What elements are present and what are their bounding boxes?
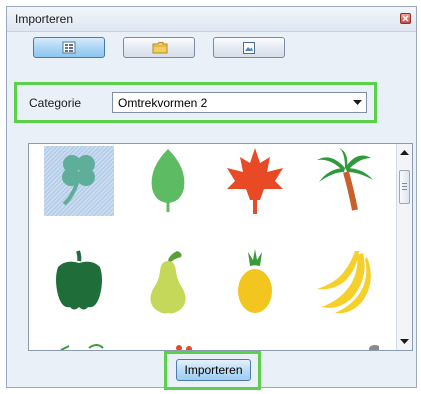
category-label: Categorie (29, 96, 82, 110)
gallery-item-bell-pepper[interactable] (44, 247, 114, 317)
folder-icon (152, 42, 168, 54)
category-select[interactable]: Omtrekvormen 2 (112, 92, 367, 113)
scroll-up-icon[interactable] (400, 150, 409, 155)
pear-icon (150, 251, 186, 314)
gallery-item-palm-tree[interactable] (309, 146, 379, 216)
folder-button[interactable] (123, 37, 195, 58)
gallery-next-row (60, 344, 379, 350)
gallery-item-clover[interactable] (44, 146, 114, 216)
pineapple-icon (238, 249, 272, 313)
gallery-item-leaf[interactable] (133, 146, 203, 216)
palm-tree-icon (317, 148, 373, 211)
leaf-icon (151, 149, 185, 212)
gallery-grid (29, 144, 396, 350)
list-view-button[interactable] (33, 37, 105, 58)
grip-line (402, 189, 407, 190)
title-bar: Importeren (7, 7, 416, 32)
window-title: Importeren (15, 12, 74, 26)
chevron-down-icon (353, 100, 362, 105)
scroll-thumb[interactable] (399, 170, 410, 204)
import-button[interactable]: Importeren (176, 359, 251, 381)
gallery-item-pineapple[interactable] (220, 247, 290, 317)
grip-line (402, 183, 407, 184)
list-view-icon (62, 41, 76, 54)
clover-icon (62, 155, 95, 206)
close-icon (402, 15, 409, 22)
maple-leaf-icon (227, 148, 283, 214)
gallery-item-bananas[interactable] (309, 247, 379, 317)
close-button[interactable] (400, 13, 411, 24)
grip-line (402, 186, 407, 187)
category-value: Omtrekvormen 2 (118, 96, 208, 110)
image-file-button[interactable] (213, 37, 285, 58)
gallery-item-maple-leaf[interactable] (220, 146, 290, 216)
bananas-icon (317, 251, 371, 314)
shape-gallery (28, 143, 413, 351)
image-file-icon (243, 42, 255, 54)
gallery-item-pear[interactable] (133, 247, 203, 317)
scroll-down-icon[interactable] (400, 339, 409, 344)
gallery-scrollbar[interactable] (396, 144, 412, 350)
bell-pepper-icon (56, 250, 102, 310)
